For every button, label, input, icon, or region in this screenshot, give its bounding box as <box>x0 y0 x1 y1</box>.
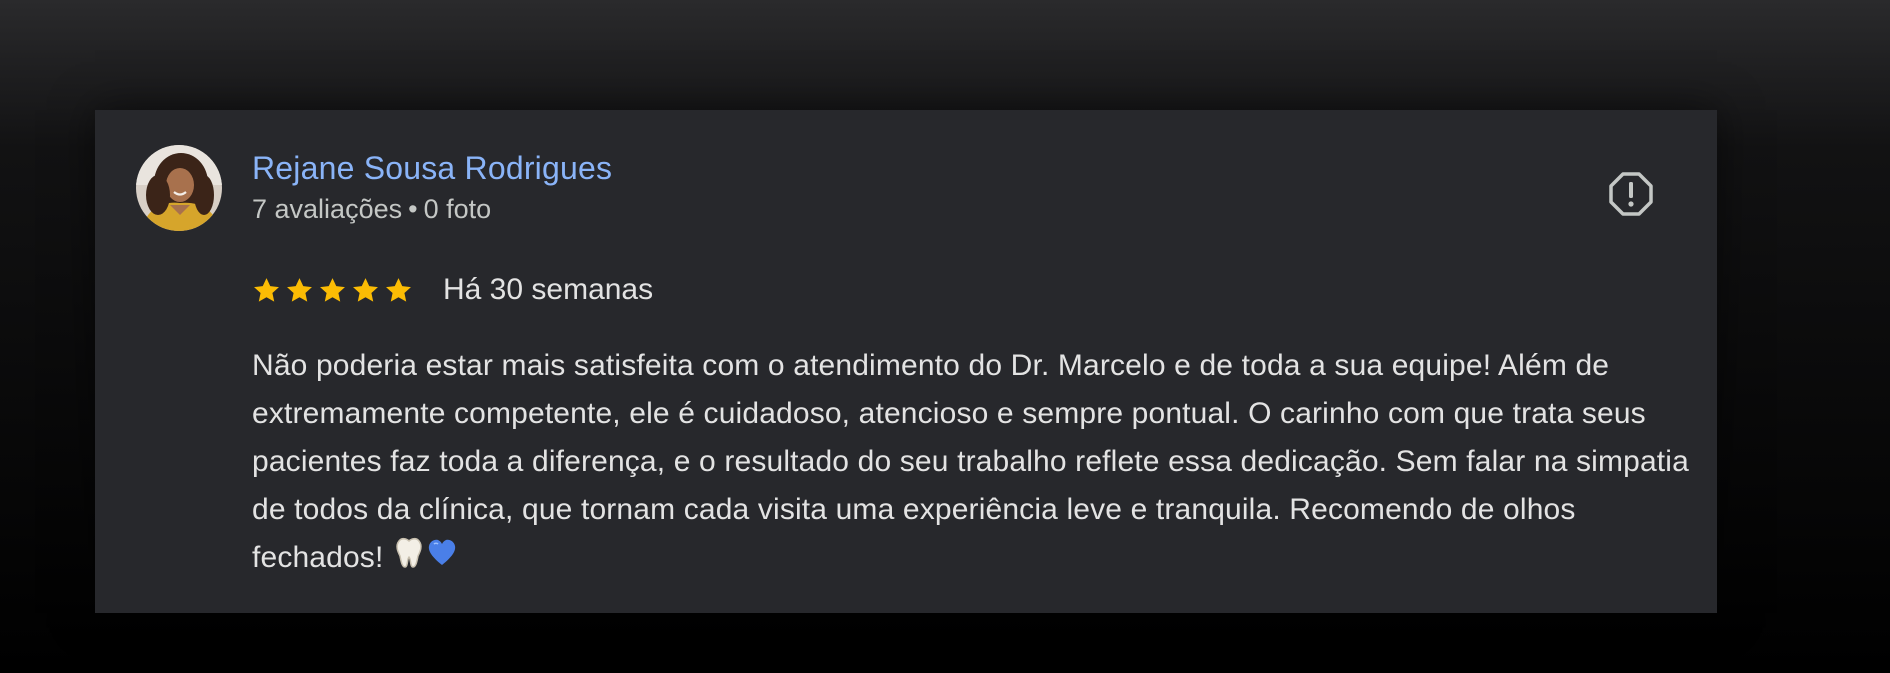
review-date: Há 30 semanas <box>443 273 654 306</box>
star-rating <box>252 276 413 305</box>
report-icon <box>1609 172 1653 216</box>
review-text: Não poderia estar mais satisfeita com o … <box>252 342 1692 584</box>
reviewer-name[interactable]: Rejane Sousa Rodrigues <box>252 150 612 187</box>
reviews-count: 7 avaliações <box>252 194 403 224</box>
star-icon <box>386 277 411 302</box>
tooth-icon <box>392 535 426 584</box>
star-icon <box>254 277 279 302</box>
avatar-image <box>136 145 222 231</box>
meta-separator: • <box>408 194 418 224</box>
star-icon <box>320 277 345 302</box>
star-icon <box>287 277 312 302</box>
review-body: Não poderia estar mais satisfeita com o … <box>252 349 1689 574</box>
photos-count: 0 foto <box>423 194 492 224</box>
avatar[interactable] <box>136 145 222 231</box>
rating-row: Há 30 semanas <box>252 270 653 310</box>
star-icon <box>353 277 378 302</box>
blue-heart-icon <box>426 535 458 583</box>
review-card: Rejane Sousa Rodrigues 7 avaliações • 0 fo… <box>95 110 1717 613</box>
reviewer-meta: 7 avaliações • 0 foto <box>252 194 491 225</box>
report-button[interactable] <box>1608 171 1654 217</box>
